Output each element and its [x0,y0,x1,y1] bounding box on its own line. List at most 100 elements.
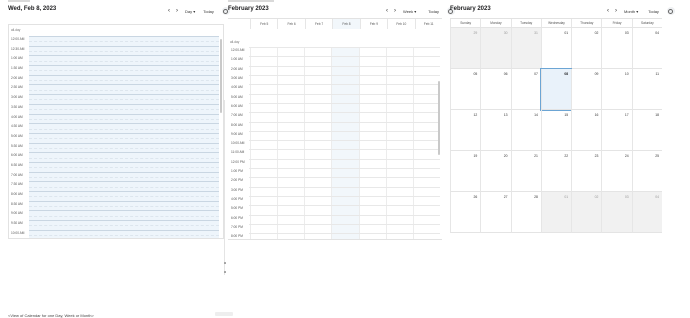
time-slot[interactable] [29,113,219,124]
day-cell[interactable]: 11 [631,69,662,110]
day-cell[interactable]: 04 [631,28,662,69]
day-cell[interactable]: 22 [540,151,572,192]
time-label: 5:00 PM [231,206,243,211]
time-slot-row: 7:00 AM [9,171,223,182]
day-cell[interactable]: 12 [450,110,481,151]
handle-dot[interactable] [224,271,226,273]
month-view-select[interactable]: Month ▾ [621,7,641,15]
hour-line [249,168,440,170]
footer-button[interactable] [215,312,233,316]
week-day-header[interactable]: Feb 11 [414,19,442,29]
week-day-header[interactable]: Feb 5 [250,19,277,29]
day-cell[interactable]: 21 [510,151,541,192]
day-cell[interactable]: 30 [480,28,511,69]
chevron-right-icon[interactable]: › [613,7,619,15]
day-cell[interactable]: 05 [450,69,481,110]
month-week-row: 26 27 28 01 02 03 04 [450,192,662,233]
day-cell[interactable]: 13 [480,110,511,151]
day-number: 06 [503,72,508,76]
time-slot[interactable] [29,220,219,230]
day-cell[interactable]: 31 [510,28,541,69]
today-button[interactable]: Today [425,7,442,15]
week-grid-container: Feb 5 Feb 6 Feb 7 Feb 8 Feb 9 Feb 10 Feb 11 al… [228,18,442,240]
handle-dot[interactable] [224,262,226,264]
day-cell[interactable]: 14 [510,110,541,151]
day-cell[interactable]: 23 [571,151,602,192]
day-cell[interactable]: 15 [540,110,572,151]
time-slot[interactable] [29,123,219,133]
time-slot[interactable] [29,132,219,143]
today-button[interactable]: Today [200,7,217,15]
chevron-left-icon[interactable]: ‹ [384,7,390,15]
time-slot[interactable] [29,152,219,162]
day-cell[interactable]: 28 [510,192,541,233]
day-cell[interactable]: 17 [601,110,632,151]
chevron-left-icon[interactable]: ‹ [605,7,611,15]
day-cell[interactable]: 02 [571,192,602,233]
time-slot[interactable] [29,142,219,153]
week-day-header[interactable]: Feb 6 [277,19,304,29]
time-slot[interactable] [29,94,219,104]
day-number: 03 [624,195,629,199]
day-cell[interactable]: 07 [510,69,541,110]
day-header: Wed, Feb 8, 2023 ‹ › Day ▾ Today [8,4,230,18]
time-slot[interactable] [29,171,219,182]
month-calendar-panel: February 2023 ‹ › Month ▾ Today Sunday Mo… [450,4,675,233]
time-slot[interactable] [29,65,219,75]
day-cell[interactable]: 25 [631,151,662,192]
day-cell[interactable]: 06 [480,69,511,110]
time-slot-row: 12:00 AM [228,47,440,56]
day-scrollbar[interactable] [220,39,222,113]
week-day-header[interactable]: Feb 8 [332,19,360,29]
time-slot[interactable] [29,45,219,56]
day-cell[interactable]: 01 [540,28,572,69]
day-cell[interactable]: 29 [450,28,481,69]
day-cell[interactable]: 26 [450,192,481,233]
time-slot[interactable] [29,103,219,114]
time-label: 6:00 AM [11,153,23,158]
day-number: 25 [655,154,659,158]
day-cell[interactable]: 24 [601,151,632,192]
week-day-header[interactable]: Feb 9 [359,19,387,29]
day-cell[interactable]: 04 [631,192,662,233]
day-cell[interactable]: 16 [571,110,602,151]
day-cell[interactable]: 03 [601,192,632,233]
time-slot-row: 1:00 PM [228,168,440,177]
time-slot[interactable] [29,191,219,201]
time-slot[interactable] [29,36,219,46]
time-slot[interactable] [29,161,219,172]
day-cell[interactable]: 03 [601,28,632,69]
day-cell[interactable]: 18 [631,110,662,151]
week-day-header[interactable]: Feb 7 [304,19,332,29]
day-cell[interactable]: 19 [450,151,481,192]
day-cell[interactable]: 01 [540,192,572,233]
time-slot-row: 6:00 PM [228,214,440,224]
search-icon[interactable] [666,7,675,15]
time-slot[interactable] [29,229,219,238]
day-number: 12 [473,113,478,117]
day-cell[interactable]: 02 [571,28,602,69]
week-calendar-panel: February 2023 ‹ › Week ▾ Today Feb 5 Feb … [228,4,455,240]
today-button[interactable]: Today [645,7,662,15]
time-slot[interactable] [29,210,219,221]
chevron-left-icon[interactable]: ‹ [166,7,172,15]
time-slot[interactable] [29,84,219,95]
chevron-right-icon[interactable]: › [174,7,180,15]
day-cell[interactable]: 20 [480,151,511,192]
time-slot[interactable] [29,55,219,66]
week-scrollbar[interactable] [438,81,440,155]
hour-line [249,196,440,197]
day-cell[interactable]: 09 [571,69,602,110]
day-cell[interactable]: 10 [601,69,632,110]
day-cell[interactable]: 27 [480,192,511,233]
time-slot[interactable] [29,74,219,85]
week-day-header[interactable]: Feb 10 [387,19,414,29]
month-controls: ‹ › Month ▾ Today [605,6,675,16]
time-slot[interactable] [29,200,219,211]
time-label: 1:00 PM [231,169,243,174]
chevron-right-icon[interactable]: › [392,7,398,15]
week-view-select[interactable]: Week ▾ [400,7,419,15]
time-slot[interactable] [29,181,219,191]
today-cell[interactable]: 08 [540,68,572,111]
day-view-select[interactable]: Day ▾ [182,7,198,15]
